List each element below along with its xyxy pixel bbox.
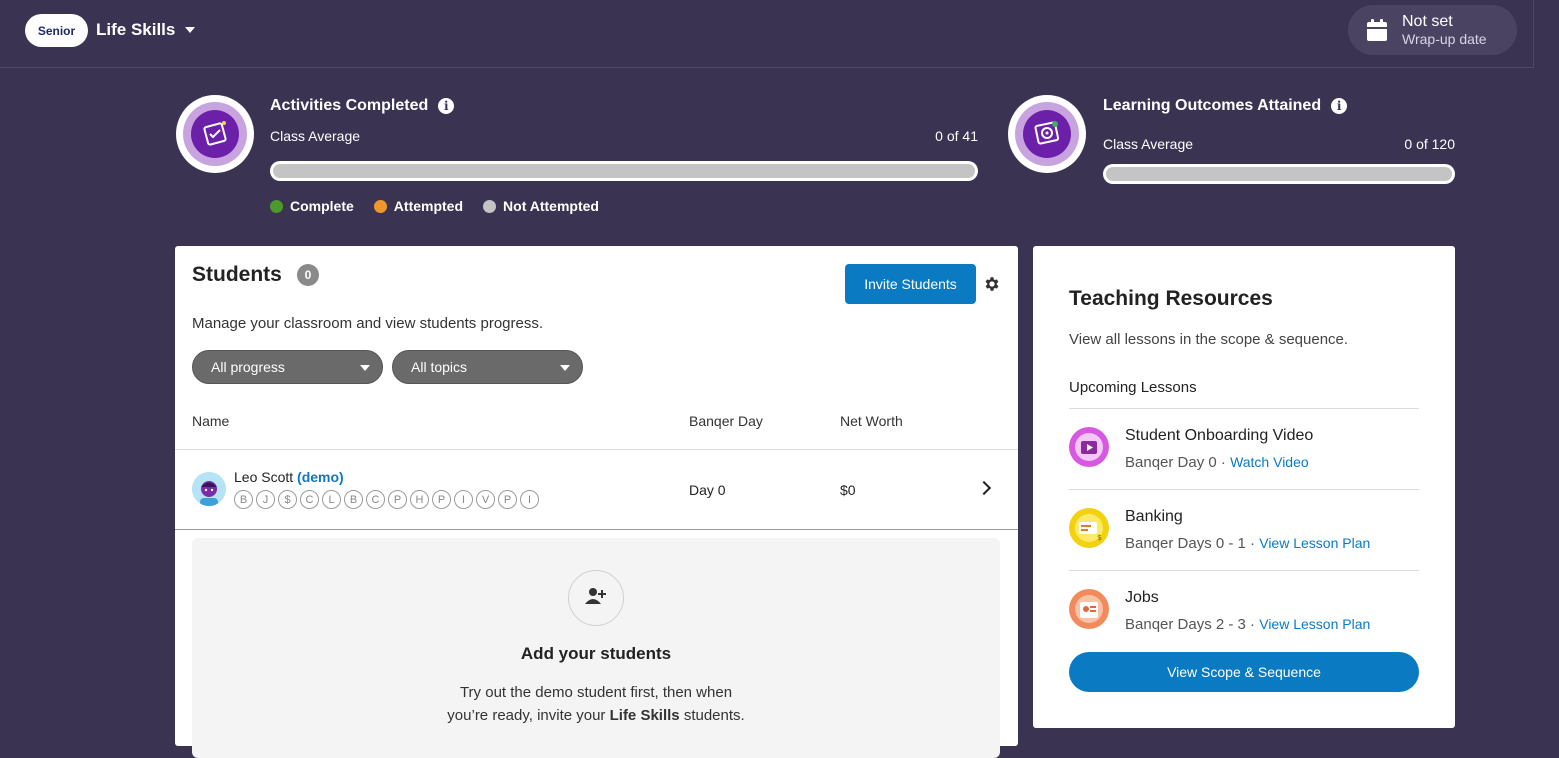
add-students-title: Add your students [520,644,672,663]
teaching-title: Teaching Resources [1069,287,1273,310]
divider [175,529,1018,530]
course-selector[interactable]: Life Skills [96,20,196,40]
students-card: Students 0 Invite Students Manage your c… [175,246,1018,758]
lesson-meta: Banqer Days 2 - 3 · View Lesson Plan [1125,616,1371,633]
view-lesson-plan-link[interactable]: View Lesson Plan [1259,535,1370,551]
legend-label: Not Attempted [503,198,599,214]
gear-icon[interactable] [983,275,1001,293]
activities-progress-bar [270,161,978,181]
topics-filter-select[interactable]: All topics [392,350,583,384]
topic-chip: B [234,490,253,509]
students-description: Manage your classroom and view students … [192,315,544,332]
wrapup-date-button[interactable]: Not set Wrap-up date [1348,5,1517,55]
topic-chips: B J $ C L B C P H P I V P I [234,490,539,509]
video-lesson-icon [1069,427,1109,467]
chevron-down-icon [185,27,196,33]
legend-label: Complete [290,198,354,214]
teaching-resources-card: Teaching Resources View all lessons in t… [1033,246,1455,728]
column-header-banqer-day[interactable]: Banqer Day [689,413,763,429]
topic-chip: $ [278,490,297,509]
topic-chip: L [322,490,341,509]
lesson-item: $ Banking Banqer Days 0 - 1 · View Lesso… [1069,490,1419,570]
legend-label: Attempted [393,198,464,214]
legend-item-not-attempted: Not Attempted [483,198,599,214]
student-net-worth: $0 [840,482,856,498]
legend-dot-icon [483,199,497,213]
progress-legend: Complete Attempted Not Attempted [270,198,599,214]
lesson-item: Jobs Banqer Days 2 - 3 · View Lesson Pla… [1069,571,1419,651]
topic-chip: C [300,490,319,509]
column-header-net-worth[interactable]: Net Worth [840,413,903,429]
calendar-icon [1366,18,1388,42]
chevron-down-icon [360,365,370,371]
wrapup-label: Wrap-up date [1402,30,1487,47]
activities-title: Activities Completed i [270,97,455,115]
legend-item-attempted: Attempted [373,198,464,214]
activities-medal-icon [176,95,254,173]
add-user-icon [585,587,607,610]
top-bar: Senior Life Skills Not set Wrap-up date [0,0,1534,68]
wrapup-status: Not set [1402,12,1453,30]
banking-lesson-icon: $ [1069,508,1109,548]
student-name: Leo Scott (demo) [234,469,344,485]
invite-students-button[interactable]: Invite Students [845,264,976,304]
info-icon[interactable]: i [438,98,455,114]
students-title: Students [192,263,282,286]
lesson-meta: Banqer Days 0 - 1 · View Lesson Plan [1125,535,1371,552]
lesson-item: Student Onboarding Video Banqer Day 0 · … [1069,409,1419,489]
lesson-name: Banking [1125,508,1183,525]
outcomes-value: 0 of 120 [1404,136,1455,152]
lesson-meta: Banqer Day 0 · Watch Video [1125,454,1309,471]
lesson-name: Jobs [1125,589,1159,606]
lesson-name: Student Onboarding Video [1125,427,1314,444]
legend-dot-icon [270,199,283,213]
add-user-button[interactable] [568,570,624,626]
level-badge: Senior [25,14,88,47]
demo-tag: (demo) [297,469,344,485]
teaching-description: View all lessons in the scope & sequence… [1069,331,1349,348]
avatar [192,472,226,506]
legend-item-complete: Complete [270,198,354,214]
topic-chip: P [498,490,517,509]
chevron-right-icon[interactable] [976,480,992,496]
view-lesson-plan-link[interactable]: View Lesson Plan [1259,616,1370,632]
activities-value: 0 of 41 [935,128,978,144]
outcomes-medal-icon [1008,95,1086,173]
upcoming-lessons-heading: Upcoming Lessons [1069,379,1197,396]
outcomes-subtitle: Class Average [1103,136,1194,152]
divider [175,449,1018,450]
student-count-badge: 0 [297,264,319,286]
legend-dot-icon [373,199,387,213]
topic-chip: J [256,490,275,509]
topic-chip: I [520,490,539,509]
view-scope-sequence-button[interactable]: View Scope & Sequence [1069,652,1419,692]
course-name: Life Skills [96,20,176,39]
watch-video-link[interactable]: Watch Video [1230,454,1309,470]
topic-chip: I [454,490,473,509]
topic-chip: P [432,490,451,509]
activities-subtitle: Class Average [270,128,361,144]
progress-filter-select[interactable]: All progress [192,350,383,384]
add-students-text: Try out the demo student first, then whe… [447,684,745,724]
column-header-name[interactable]: Name [192,413,229,429]
chevron-down-icon [560,365,570,371]
topic-chip: V [476,490,495,509]
svg-text:$: $ [1097,533,1102,542]
outcomes-progress-bar [1103,164,1455,184]
outcomes-title: Learning Outcomes Attained i [1103,97,1348,115]
topic-chip: C [366,490,385,509]
info-icon[interactable]: i [1331,98,1348,114]
student-banqer-day: Day 0 [689,482,726,498]
topic-chip: B [344,490,363,509]
add-students-panel: Add your students Try out the demo stude… [192,538,1000,758]
topic-chip: P [388,490,407,509]
jobs-lesson-icon [1069,589,1109,629]
topic-chip: H [410,490,429,509]
